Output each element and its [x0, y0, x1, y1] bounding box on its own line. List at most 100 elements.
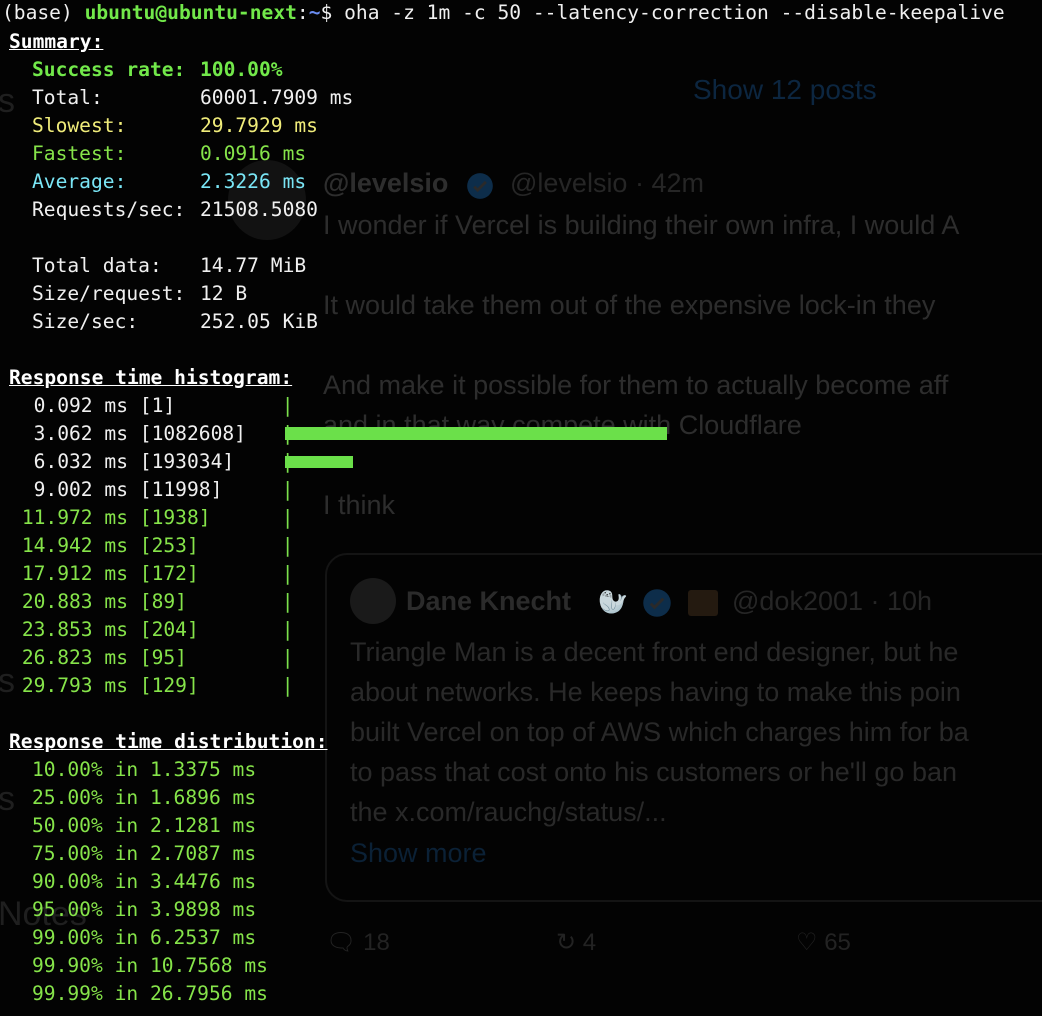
percentile: 99.90% [32, 954, 103, 977]
distribution-row: 95.00% in 3.9898 ms [32, 896, 256, 924]
histogram-count: [253] [139, 534, 199, 557]
histogram-bucket: 20.883 ms [21, 590, 128, 613]
total-row: Total: 60001.7909 ms [32, 84, 353, 112]
success-rate-label: Success rate: [32, 58, 186, 81]
histogram-axis: | [281, 646, 294, 669]
average-value: 2.3226 ms [200, 170, 307, 193]
terminal-output[interactable]: (base) ubuntu@ubuntu-next:~$ oha -z 1m -… [0, 0, 1042, 1016]
histogram-axis: | [281, 506, 294, 529]
percentile: 95.00% [32, 898, 103, 921]
total-data-label: Total data: [32, 254, 162, 277]
histogram-count: [204] [139, 618, 199, 641]
histogram-row: 9.002 ms [11998] | [20, 476, 294, 504]
rps-row: Requests/sec: 21508.5080 [32, 196, 318, 224]
histogram-row: 17.912 ms [172] | [20, 560, 294, 588]
percentile-value: 26.7956 ms [149, 982, 268, 1005]
percentile-sep: in [114, 758, 139, 781]
total-data-row: Total data: 14.77 MiB [32, 252, 306, 280]
histogram-bucket: 17.912 ms [21, 562, 128, 585]
rps-label: Requests/sec: [32, 198, 186, 221]
percentile-sep: in [114, 814, 139, 837]
histogram-bucket: 26.823 ms [21, 646, 128, 669]
histogram-bucket: 23.853 ms [21, 618, 128, 641]
histogram-count: [11998] [139, 478, 223, 501]
percentile-sep: in [114, 870, 139, 893]
fastest-value: 0.0916 ms [200, 142, 307, 165]
percentile-value: 10.7568 ms [149, 954, 268, 977]
histogram-row: 6.032 ms [193034]| [20, 448, 294, 476]
percentile-value: 6.2537 ms [149, 926, 257, 949]
distribution-row: 75.00% in 2.7087 ms [32, 840, 256, 868]
slowest-row: Slowest: 29.7929 ms [32, 112, 318, 140]
command-text: oha -z 1m -c 50 --latency-correction --d… [344, 1, 1005, 24]
summary-header: Summary: [9, 30, 104, 53]
histogram-bucket: 29.793 ms [21, 674, 128, 697]
percentile: 99.00% [32, 926, 103, 949]
percentile-sep: in [114, 898, 139, 921]
histogram-axis: | [281, 534, 294, 557]
histogram-bar [285, 427, 667, 440]
histogram-row: 23.853 ms [204] | [20, 616, 294, 644]
histogram-row: 29.793 ms [129] | [20, 672, 294, 700]
size-request-label: Size/request: [32, 282, 186, 305]
histogram-axis: | [281, 394, 294, 417]
histogram-bucket: 0.092 ms [33, 394, 128, 417]
percentile-sep: in [114, 954, 139, 977]
prompt-colon: : [296, 1, 309, 24]
histogram-bucket: 3.062 ms [33, 422, 128, 445]
percentile: 10.00% [32, 758, 103, 781]
distribution-row: 99.00% in 6.2537 ms [32, 924, 256, 952]
percentile-value: 1.3375 ms [149, 758, 257, 781]
percentile: 25.00% [32, 786, 103, 809]
histogram-axis: | [281, 590, 294, 613]
percentile: 90.00% [32, 870, 103, 893]
histogram-axis: | [281, 674, 294, 697]
distribution-header: Response time distribution: [9, 730, 328, 753]
histogram-count: [193034] [139, 450, 235, 473]
distribution-row: 99.99% in 26.7956 ms [32, 980, 268, 1008]
total-value: 60001.7909 ms [200, 86, 354, 109]
slowest-label: Slowest: [32, 114, 127, 137]
distribution-row: 50.00% in 2.1281 ms [32, 812, 256, 840]
histogram-bucket: 11.972 ms [21, 506, 128, 529]
total-label: Total: [32, 86, 103, 109]
user-host: ubuntu@ubuntu-next [84, 1, 297, 24]
success-rate-row: Success rate: 100.00% [32, 56, 283, 84]
percentile-value: 1.6896 ms [149, 786, 257, 809]
histogram-row: 0.092 ms [1] | [20, 392, 294, 420]
distribution-row: 99.90% in 10.7568 ms [32, 952, 268, 980]
histogram-count: [1] [139, 394, 176, 417]
histogram-bucket: 9.002 ms [33, 478, 128, 501]
percentile-value: 3.9898 ms [149, 898, 257, 921]
histogram-count: [95] [139, 646, 187, 669]
percentile: 50.00% [32, 814, 103, 837]
shell-prompt: (base) ubuntu@ubuntu-next:~$ oha -z 1m -… [2, 0, 1005, 27]
histogram-count: [89] [139, 590, 187, 613]
average-label: Average: [32, 170, 127, 193]
distribution-row: 10.00% in 1.3375 ms [32, 756, 256, 784]
percentile-value: 2.1281 ms [149, 814, 257, 837]
histogram-row: 26.823 ms [95] | [20, 644, 294, 672]
histogram-bucket: 6.032 ms [33, 450, 128, 473]
histogram-axis: | [281, 478, 294, 501]
success-rate-value: 100.00% [200, 58, 283, 81]
size-sec-label: Size/sec: [32, 310, 139, 333]
fastest-row: Fastest: 0.0916 ms [32, 140, 306, 168]
size-request-value: 12 B [200, 282, 248, 305]
histogram-axis: | [281, 562, 294, 585]
histogram-row: 3.062 ms [1082608]| [20, 420, 294, 448]
histogram-row: 20.883 ms [89] | [20, 588, 294, 616]
percentile-sep: in [114, 982, 139, 1005]
total-data-value: 14.77 MiB [200, 254, 307, 277]
histogram-bucket: 14.942 ms [21, 534, 128, 557]
prompt-dollar: $ [320, 1, 345, 24]
histogram-axis: | [281, 618, 294, 641]
percentile-value: 2.7087 ms [149, 842, 257, 865]
fastest-label: Fastest: [32, 142, 127, 165]
average-row: Average: 2.3226 ms [32, 168, 306, 196]
percentile: 99.99% [32, 982, 103, 1005]
distribution-row: 25.00% in 1.6896 ms [32, 784, 256, 812]
histogram-bar [285, 456, 353, 468]
percentile-sep: in [114, 786, 139, 809]
percentile-value: 3.4476 ms [149, 870, 257, 893]
